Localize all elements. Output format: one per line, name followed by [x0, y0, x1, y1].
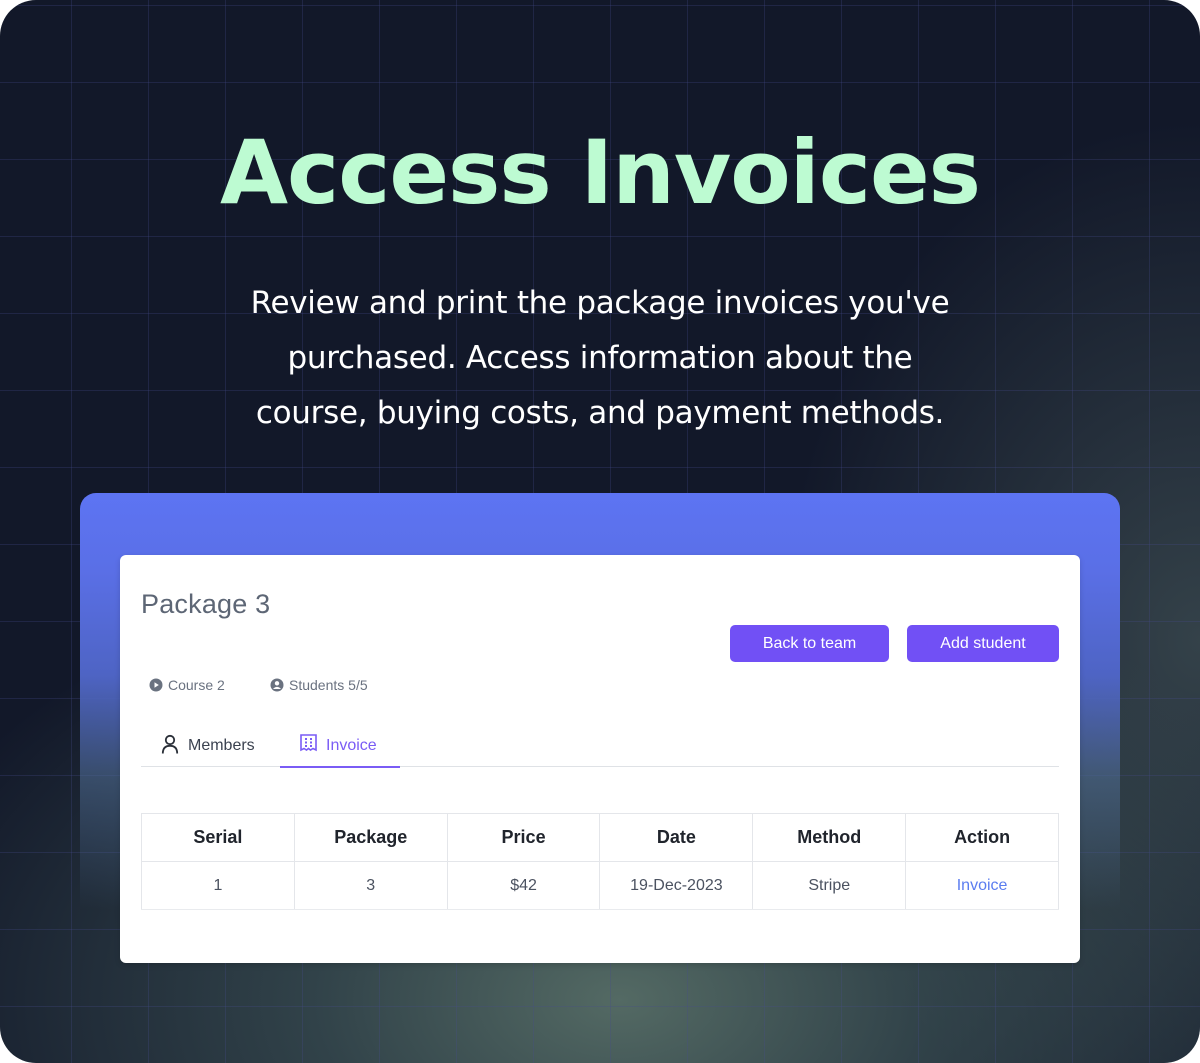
cell-date: 19-Dec-2023	[599, 861, 754, 910]
back-to-team-button[interactable]: Back to team	[730, 625, 889, 662]
tab-label: Members	[188, 737, 255, 754]
promo-canvas: Access Invoices Review and print the pac…	[0, 0, 1200, 1063]
tab-invoice[interactable]: Invoice	[280, 725, 400, 768]
column-header-serial: Serial	[141, 813, 295, 862]
cell-package: 3	[293, 861, 448, 910]
hero-subtitle-line: purchased. Access information about the	[287, 340, 913, 376]
user-icon	[161, 734, 179, 759]
hero-subtitle: Review and print the package invoices yo…	[150, 276, 1050, 441]
hero-subtitle-line: course, buying costs, and payment method…	[255, 395, 945, 431]
students-meta: Students 5/5	[270, 677, 368, 693]
play-circle-icon	[149, 678, 163, 692]
cell-price: $42	[446, 861, 601, 910]
table-header-row: Serial Package Price Date Method Action	[141, 813, 1059, 862]
user-circle-icon	[270, 678, 284, 692]
tab-label: Invoice	[326, 736, 377, 754]
hero-title: Access Invoices	[219, 121, 981, 224]
cell-method: Stripe	[752, 861, 907, 910]
add-student-button[interactable]: Add student	[907, 625, 1059, 662]
column-header-action: Action	[905, 813, 1059, 862]
column-header-package: Package	[293, 813, 448, 862]
column-header-price: Price	[446, 813, 601, 862]
column-header-date: Date	[599, 813, 754, 862]
invoice-table: Serial Package Price Date Method Action …	[141, 813, 1059, 910]
hero-subtitle-line: Review and print the package invoices yo…	[250, 285, 950, 321]
cell-serial: 1	[141, 861, 295, 910]
invoice-link[interactable]: Invoice	[905, 861, 1059, 910]
tab-members[interactable]: Members	[161, 725, 255, 767]
column-header-method: Method	[752, 813, 907, 862]
invoice-icon	[300, 734, 317, 757]
course-meta: Course 2	[149, 677, 225, 693]
table-row: 1 3 $42 19-Dec-2023 Stripe Invoice	[141, 861, 1059, 910]
course-label: Course 2	[168, 677, 225, 693]
package-title: Package 3	[141, 589, 271, 619]
package-tabs: Members Invoice	[141, 725, 1059, 768]
students-label: Students 5/5	[289, 677, 368, 693]
package-card: Package 3 Back to team Add student Cours…	[120, 555, 1080, 963]
